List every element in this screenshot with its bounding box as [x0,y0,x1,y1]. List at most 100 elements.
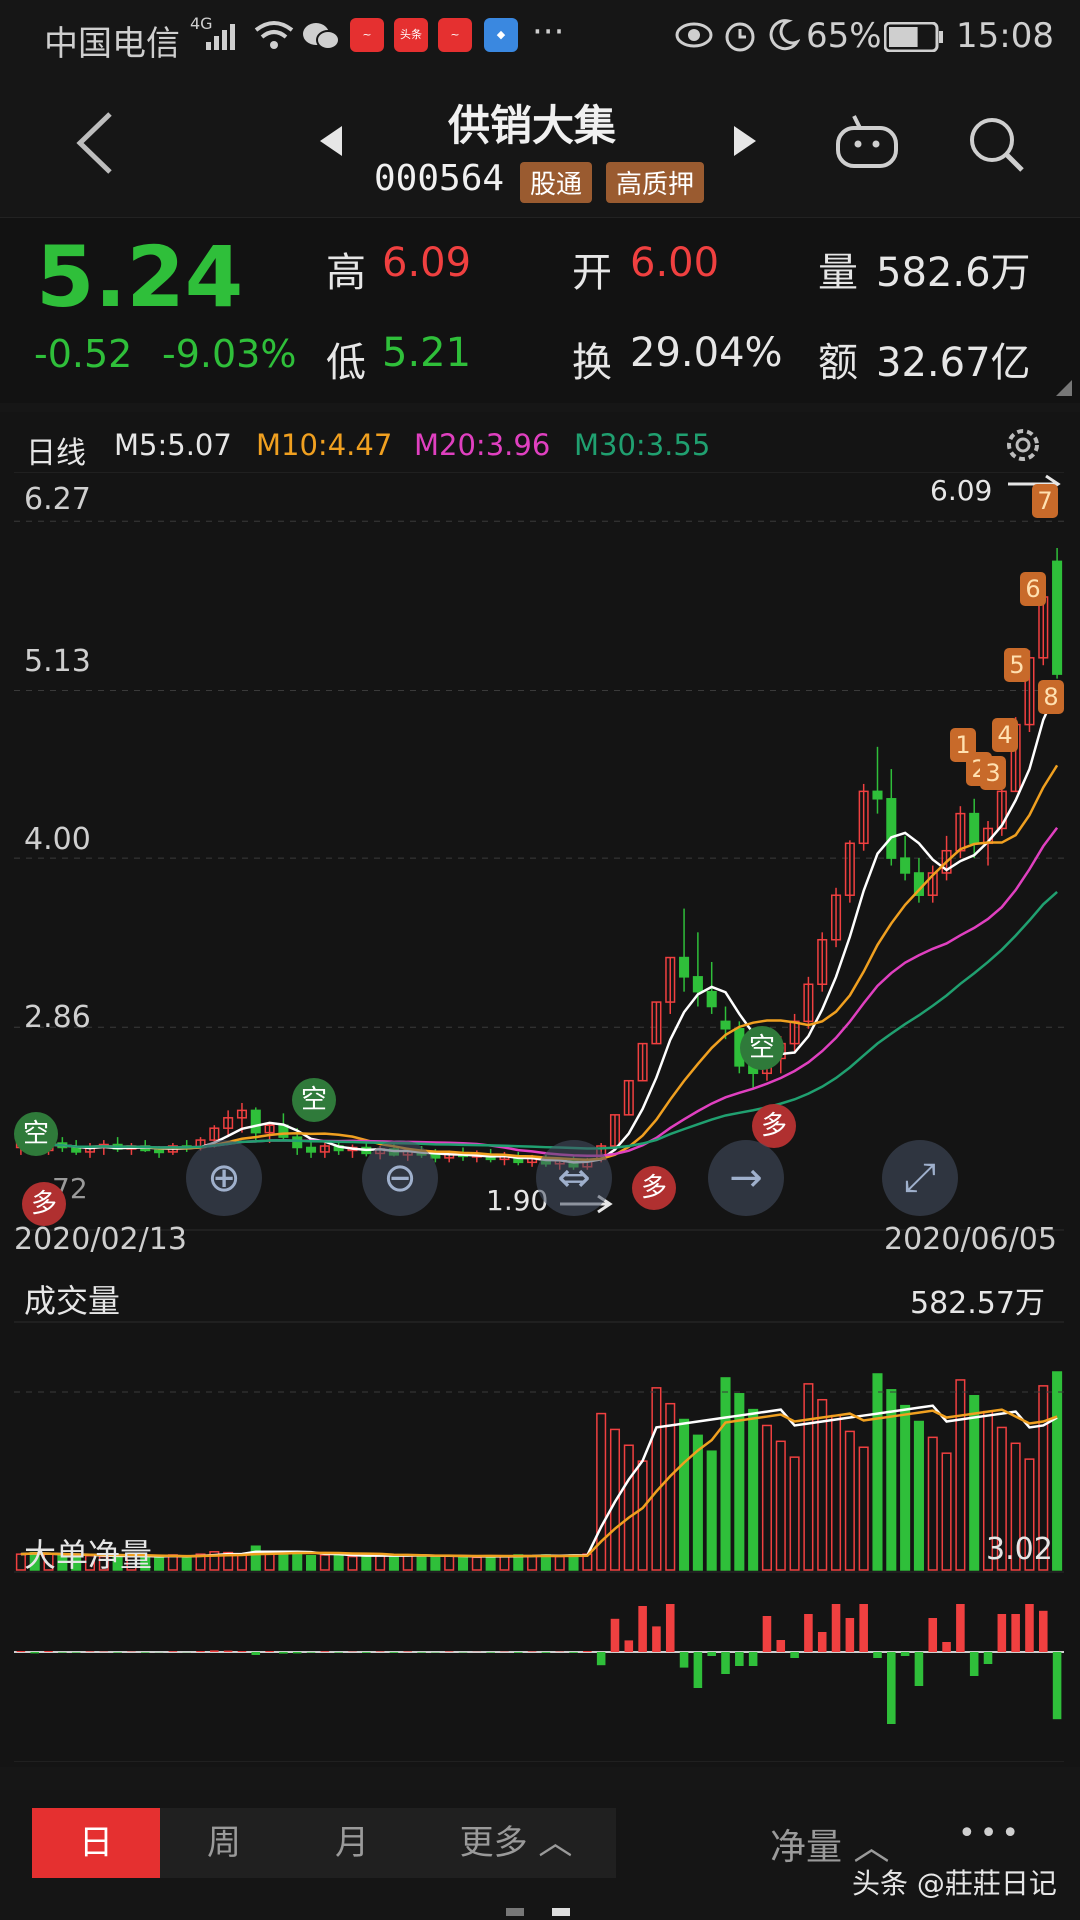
candle [181,1140,192,1152]
low-value: 5.21 [382,330,472,376]
period-label: 日线 [26,436,86,471]
netflow-bar [306,1652,316,1653]
badge-3: 3 [980,756,1006,790]
volume-bar [623,1444,634,1571]
netflow-bar [44,1651,53,1652]
netflow-bar [196,1651,205,1652]
netflow-bar [873,1652,882,1658]
pan-button[interactable]: ⇔ [536,1140,612,1216]
robot-icon[interactable] [834,112,900,176]
volume-bar [665,1402,676,1571]
prev-stock-icon[interactable] [318,124,344,162]
pledge-tag: 高质押 [606,162,705,203]
netflow-value: 3.02 [986,1532,1053,1567]
gear-icon[interactable] [1002,424,1044,470]
netflow-bar [596,1652,606,1666]
signal-icon [202,22,242,56]
netflow-bar [279,1652,288,1654]
volume-bar [844,1430,855,1571]
candle [969,798,980,859]
expand-corner-icon[interactable] [1054,378,1074,402]
chevron-up-icon: ︿ [538,1823,573,1863]
tab-month[interactable]: 月 [288,1808,416,1878]
volume-bar [333,1554,344,1571]
volume-bar [264,1553,275,1571]
ma30-line [20,891,1058,1150]
kline-chart[interactable]: 日线 M5:5.07 M10:4.47 M20:3.96 M30:3.55 6.… [0,412,1080,1767]
volume-value: 582.6万 [876,250,1031,296]
price-change-pct: -9.03% [162,332,297,376]
netflow-bar [16,1651,26,1652]
netflow-bar [900,1652,910,1656]
sell-signal: 空 [14,1112,58,1156]
netflow-bar [583,1651,592,1652]
next-stock-icon[interactable] [732,124,758,162]
back-arrow-icon[interactable] [70,108,120,182]
next-button[interactable]: → [708,1140,784,1216]
open-label: 开 [572,250,612,296]
candle [347,1144,358,1158]
netflow-bar [665,1604,675,1652]
candle [886,769,897,866]
volume-bar [913,1420,924,1571]
volume-bar [1052,1371,1063,1571]
fullscreen-button[interactable]: ⤢ [882,1140,958,1216]
volume-bar [527,1554,538,1571]
date-end: 2020/06/05 [884,1222,1057,1257]
netflow-bar [1052,1652,1062,1720]
volume-bar [900,1404,911,1571]
netflow-bar [652,1626,661,1652]
netflow-bar [569,1652,578,1653]
tab-day[interactable]: 日 [32,1808,160,1878]
price-tick-1: 6.27 [24,482,91,517]
toutiao-icon: 头条 [394,18,428,52]
page-indicator-2 [552,1908,570,1916]
connect-tag: 股通 [520,162,593,203]
search-icon[interactable] [966,114,1026,178]
turnover-value: 29.04% [630,330,783,376]
volume-bar [430,1555,441,1571]
candle [637,1042,648,1082]
netflow-bar [375,1651,385,1652]
netflow-bar [776,1640,786,1652]
netflow-bar [320,1651,330,1652]
ma30-label: M30:3.55 [574,428,711,462]
stock-header: 供销大集 000564 股通 高质押 [0,72,1080,217]
netflow-bar [942,1642,951,1652]
candle [789,1013,800,1052]
battery-icon [883,21,944,56]
volume-bar [706,1450,717,1571]
zoom-in-button[interactable]: ⊕ [186,1140,262,1216]
netflow-bar [762,1616,772,1652]
ma20-label: M20:3.96 [414,428,551,462]
netflow-bar [1038,1610,1048,1652]
max-price-marker: 6.09 [930,474,993,507]
candle [623,1079,634,1116]
netflow-bar [721,1652,730,1674]
battery-percent: 65% [806,16,882,56]
clock: 15:08 [956,16,1054,56]
volume-bar [803,1383,814,1571]
page-indicator-1 [506,1908,524,1916]
candle [817,932,828,992]
tab-more[interactable]: 更多 ︿ [416,1808,616,1878]
more-dots-icon[interactable]: ••• [958,1816,1023,1851]
netflow-bar [292,1652,302,1654]
netflow-bar [928,1618,938,1652]
sell-signal-3: 空 [740,1026,784,1070]
netflow-bar [887,1652,896,1724]
low-label: 低 [326,340,366,386]
volume-bar [789,1456,800,1571]
netflow-bar [790,1652,799,1658]
candle [112,1137,123,1152]
netflow-bar [389,1652,399,1653]
badge-7: 7 [1032,484,1058,518]
price-tick-4: 2.86 [24,1000,91,1035]
zoom-out-button[interactable]: ⊖ [362,1140,438,1216]
tab-week[interactable]: 周 [160,1808,288,1878]
tab-more-label: 更多 [459,1823,528,1863]
volume-bar [568,1554,579,1571]
netflow-bar [624,1640,634,1652]
volume-bar [872,1373,883,1571]
netflow-bar [817,1632,827,1652]
